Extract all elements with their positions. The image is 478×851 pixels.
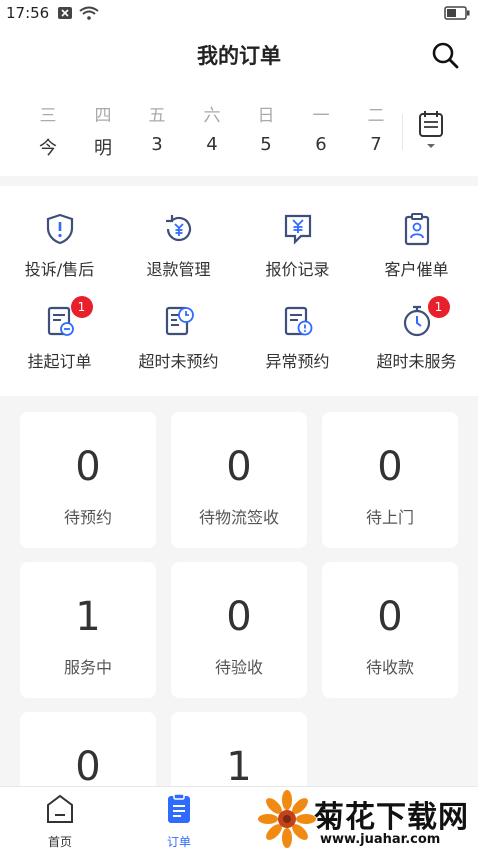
quick-action-quotes[interactable]: 报价记录	[238, 212, 357, 280]
search-icon[interactable]	[430, 40, 460, 70]
refund-icon	[165, 215, 191, 242]
notification-icon	[58, 7, 73, 19]
home-icon	[47, 794, 73, 823]
weekday-label: 二	[367, 106, 385, 126]
notification-badge: 1	[70, 296, 93, 318]
date-item[interactable]: 五3	[137, 104, 177, 155]
date-item[interactable]: 六4	[192, 104, 232, 155]
date-strip: 三今 四明 五3 六4 日5 一6 二7	[0, 86, 478, 176]
status-count: 1	[226, 744, 252, 790]
quick-action-label: 异常预约	[265, 352, 330, 371]
weekday-label: 四	[94, 106, 112, 126]
status-count: 0	[75, 744, 101, 790]
status-bar: 17:56	[0, 0, 478, 26]
status-card-pending-visit[interactable]: 0 待上门	[322, 412, 458, 548]
status-count: 0	[226, 444, 252, 490]
status-card-pending-payment[interactable]: 0 待收款	[322, 562, 458, 698]
weekday-label: 日	[257, 106, 275, 126]
status-count: 0	[377, 594, 403, 640]
status-label: 服务中	[63, 658, 112, 677]
status-label: 待物流签收	[198, 508, 279, 527]
weekday-label: 三	[39, 106, 57, 126]
quick-action-complaint[interactable]: 投诉/售后	[0, 212, 119, 280]
date-item[interactable]: 二7	[356, 104, 396, 155]
tab-home[interactable]: 首页	[30, 793, 90, 850]
orders-icon	[168, 793, 190, 823]
shield-alert-icon	[46, 213, 73, 245]
weekday-label: 六	[203, 106, 221, 126]
date-label: 7	[370, 134, 382, 155]
status-card-in-service[interactable]: 1 服务中	[20, 562, 156, 698]
date-label: 4	[206, 134, 218, 155]
stopwatch-icon-wrap: 1	[400, 296, 450, 338]
quick-action-label: 超时未预约	[138, 352, 219, 371]
date-label: 明	[94, 138, 112, 159]
date-item[interactable]: 日5	[246, 104, 286, 155]
quick-action-urge[interactable]: 客户催单	[357, 212, 476, 280]
status-time: 17:56	[6, 4, 50, 22]
status-label: 待上门	[365, 508, 414, 527]
status-card-pending-booking[interactable]: 0 待预约	[20, 412, 156, 548]
status-card-pending-acceptance[interactable]: 0 待验收	[171, 562, 307, 698]
quote-icon	[284, 214, 311, 245]
abnormal-booking-icon	[284, 306, 312, 336]
date-item[interactable]: 三今	[28, 104, 68, 160]
quick-action-label: 挂起订单	[27, 352, 92, 371]
flower-logo-icon	[258, 790, 316, 848]
quick-action-label: 退款管理	[146, 260, 211, 279]
status-count: 0	[226, 594, 252, 640]
date-label: 3	[151, 134, 163, 155]
calendar-picker-icon[interactable]	[412, 108, 452, 154]
date-item[interactable]: 四明	[83, 104, 123, 160]
quick-action-label: 客户催单	[384, 260, 449, 279]
date-label: 6	[315, 134, 327, 155]
wifi-icon	[79, 6, 99, 20]
quick-actions-grid: 投诉/售后 退款管理 报价记录 客户催单 1 挂起订单 超时未预约 异常预约 1…	[0, 186, 478, 396]
quick-action-label: 超时未服务	[376, 352, 457, 371]
battery-icon	[444, 6, 470, 20]
weekday-label: 五	[148, 106, 166, 126]
quick-action-suspended[interactable]: 1 挂起订单	[0, 296, 119, 372]
date-label: 今	[39, 138, 57, 159]
watermark: 菊花下载网 www.juahar.com	[258, 790, 478, 850]
status-count: 0	[377, 444, 403, 490]
weekday-label: 一	[312, 106, 330, 126]
tab-label: 首页	[47, 835, 72, 849]
quick-action-timeout-booking[interactable]: 超时未预约	[119, 304, 238, 372]
timeout-booking-icon	[165, 306, 194, 336]
status-label: 待预约	[63, 508, 112, 527]
quick-action-refund[interactable]: 退款管理	[119, 212, 238, 280]
status-label: 待验收	[214, 658, 263, 677]
clipboard-user-icon	[404, 213, 429, 246]
quick-action-label: 报价记录	[265, 260, 330, 279]
quick-action-abnormal[interactable]: 异常预约	[238, 304, 357, 372]
date-item[interactable]: 一6	[301, 104, 341, 155]
status-card-pending-logistics[interactable]: 0 待物流签收	[171, 412, 307, 548]
page-title: 我的订单	[197, 44, 281, 68]
tab-orders[interactable]: 订单	[149, 793, 209, 850]
watermark-url: www.juahar.com	[320, 832, 441, 847]
status-count: 0	[75, 444, 101, 490]
date-label: 5	[260, 134, 272, 155]
status-count: 1	[75, 594, 101, 640]
divider	[402, 114, 403, 150]
header: 我的订单	[0, 26, 478, 86]
watermark-title: 菊花下载网	[314, 800, 469, 835]
tab-label: 订单	[166, 835, 191, 849]
quick-action-timeout-service[interactable]: 1 超时未服务	[357, 296, 476, 372]
notification-badge: 1	[427, 296, 450, 318]
quick-action-label: 投诉/售后	[24, 260, 95, 279]
status-label: 待收款	[365, 658, 414, 677]
suspend-order-icon-wrap: 1	[43, 296, 93, 338]
